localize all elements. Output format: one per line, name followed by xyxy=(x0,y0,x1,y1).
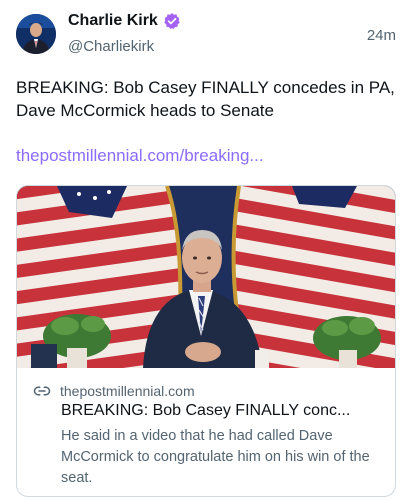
card-domain: thepostmillennial.com xyxy=(60,383,195,399)
author-handle[interactable]: @Charliekirk xyxy=(68,38,154,55)
post-timestamp: 24m xyxy=(366,27,396,44)
verified-badge-icon xyxy=(163,12,181,30)
author-name-row: Charlie Kirk xyxy=(68,12,181,30)
card-title[interactable]: BREAKING: Bob Casey FINALLY conc... xyxy=(61,402,391,420)
link-icon xyxy=(33,382,51,400)
man-at-podium-with-flags-photo[interactable] xyxy=(17,186,395,369)
post-header: Charlie Kirk @Charliekirk 24m xyxy=(0,0,413,70)
card-description: He said in a video that he had called Da… xyxy=(61,428,370,486)
card-meta: thepostmillennial.com BREAKING: Bob Case… xyxy=(17,368,395,496)
link-preview-card[interactable]: thepostmillennial.com BREAKING: Bob Case… xyxy=(16,185,396,497)
avatar[interactable] xyxy=(16,14,56,54)
card-domain-row: thepostmillennial.com xyxy=(33,382,195,400)
post-text: BREAKING: Bob Casey FINALLY concedes in … xyxy=(16,78,395,120)
post-link[interactable]: thepostmillennial.com/breaking... xyxy=(16,146,264,166)
author-name[interactable]: Charlie Kirk xyxy=(68,12,158,30)
